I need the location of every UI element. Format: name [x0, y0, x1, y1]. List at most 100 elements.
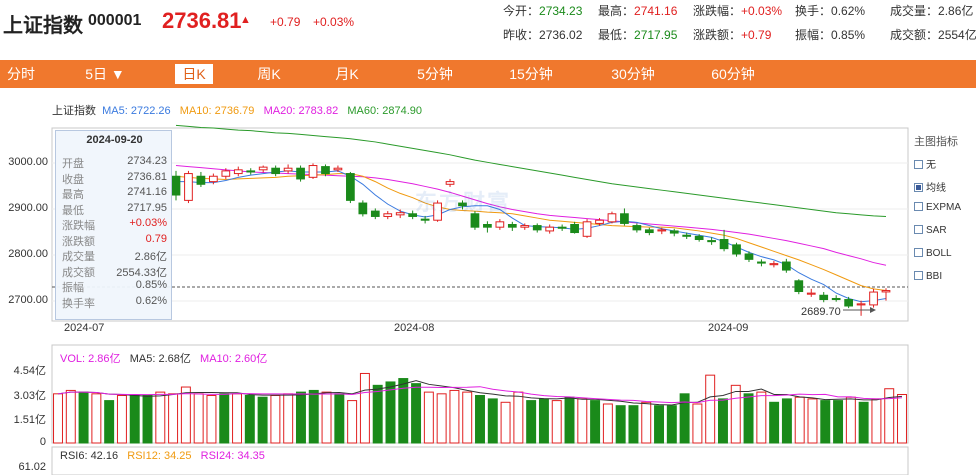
candle-body: [869, 291, 878, 306]
indicator-label: 无: [926, 160, 936, 171]
candle-body: [296, 167, 305, 180]
volume-bar: [794, 396, 805, 444]
candle-body: [483, 224, 492, 228]
volume-bar: [871, 398, 882, 444]
volume-bar: [781, 398, 792, 444]
volume-bar: [615, 405, 626, 444]
volume-bar: [449, 389, 460, 444]
volume-bar: [654, 405, 665, 444]
candle-body: [781, 261, 791, 271]
indicator-option-5[interactable]: BBI: [914, 271, 942, 285]
checkbox-icon[interactable]: [914, 225, 923, 234]
indicator-option-1[interactable]: 均线: [914, 179, 946, 194]
candle-body: [719, 239, 729, 250]
candle-body: [520, 225, 530, 228]
low-marker-arrow-icon: [870, 307, 876, 313]
candle-body: [557, 226, 567, 229]
checkbox-icon[interactable]: [914, 271, 923, 280]
checkbox-icon[interactable]: [914, 248, 923, 257]
tooltip-value: 2736.81: [127, 170, 167, 183]
volume-bar: [820, 400, 831, 444]
tooltip-key: 最高: [62, 189, 84, 201]
candle-body: [209, 175, 218, 183]
candle-body: [495, 221, 505, 228]
tooltip-key: 成交量: [62, 251, 95, 263]
candle-body: [308, 165, 318, 178]
tooltip-key: 开盘: [62, 158, 84, 170]
volume-bar: [295, 391, 306, 444]
price-tick-3000: 3000.00: [8, 156, 48, 168]
volume-bar: [53, 393, 63, 444]
volume-bar: [551, 400, 562, 444]
tooltip-value: 0.85%: [135, 279, 167, 291]
indicator-label: BBI: [926, 271, 943, 282]
volume-bar: [104, 400, 115, 444]
tooltip-value: 2554.33亿: [116, 266, 167, 279]
volume-bar: [359, 372, 370, 444]
indicator-label: EXPMA: [926, 202, 962, 213]
legend-rsi6: RSI6: 42.16: [60, 450, 119, 462]
volume-bar: [769, 401, 780, 444]
candle-body: [171, 175, 181, 196]
candle-body: [632, 225, 642, 231]
candle-body: [620, 213, 629, 224]
candle-body: [732, 244, 741, 255]
volume-bar: [308, 389, 319, 444]
indicator-option-4[interactable]: BOLL: [914, 248, 952, 262]
vol-tick-mid: 3.03亿: [13, 390, 46, 402]
indicator-label: SAR: [926, 225, 947, 236]
volume-bar: [845, 396, 856, 444]
tooltip-key: 收盘: [62, 173, 84, 186]
candle-body: [694, 235, 704, 241]
tooltip-value: 2734.23: [127, 155, 167, 167]
volume-bar: [91, 393, 102, 444]
volume-bar: [180, 386, 191, 444]
indicator-option-2[interactable]: EXPMA: [914, 202, 961, 216]
candle-body: [757, 261, 766, 264]
indicator-option-0[interactable]: 无: [914, 156, 936, 171]
volume-bar: [283, 393, 294, 444]
legend-vol: VOL: 2.86亿: [60, 353, 121, 365]
volume-bar: [232, 393, 243, 444]
candle-body: [383, 213, 393, 217]
tooltip-row: 涨跌幅 +0.03%: [62, 217, 167, 232]
candle-body: [669, 230, 679, 234]
tooltip-row: 换手率 0.62%: [62, 295, 167, 310]
volume-bar: [475, 395, 485, 444]
volume-bar: [257, 396, 268, 444]
vol-tick-max: 4.54亿: [13, 365, 46, 377]
price-tick-2900: 2900.00: [8, 202, 48, 214]
candle-body: [420, 218, 430, 221]
date-tick-sep: 2024-09: [708, 322, 749, 334]
tooltip-value: 0.62%: [135, 294, 167, 307]
checkbox-icon[interactable]: [914, 160, 923, 169]
legend-rsi24: RSI24: 34.35: [200, 450, 265, 462]
volume-bar: [116, 395, 127, 444]
volume-bar: [526, 400, 537, 444]
ma5-line: [176, 170, 887, 303]
candle-body: [607, 213, 617, 223]
candle-body: [507, 224, 517, 228]
volume-bar: [168, 393, 179, 444]
tooltip-key: 最低: [62, 204, 84, 217]
checkbox-icon[interactable]: [914, 183, 923, 192]
indicator-option-3[interactable]: SAR: [914, 225, 947, 239]
volume-bar: [206, 395, 217, 444]
tooltip-value: 2.86亿: [134, 251, 167, 263]
candle-body: [445, 181, 455, 185]
tooltip-key: 涨跌额: [62, 235, 95, 248]
tooltip-key: 换手率: [62, 297, 95, 310]
candle-body: [881, 290, 891, 293]
volume-bar: [730, 384, 741, 444]
candle-body: [258, 166, 268, 171]
volume-bar: [807, 398, 818, 444]
tooltip-row: 成交量 2.86亿: [62, 248, 167, 263]
tooltip-value: +0.03%: [129, 217, 167, 229]
volume-bar: [244, 395, 255, 444]
indicator-label: BOLL: [926, 248, 952, 259]
volume-bar: [385, 381, 396, 444]
volume-bar: [602, 403, 613, 444]
date-tick-jul: 2024-07: [64, 322, 105, 334]
candle-body: [395, 212, 405, 216]
checkbox-icon[interactable]: [914, 202, 923, 211]
